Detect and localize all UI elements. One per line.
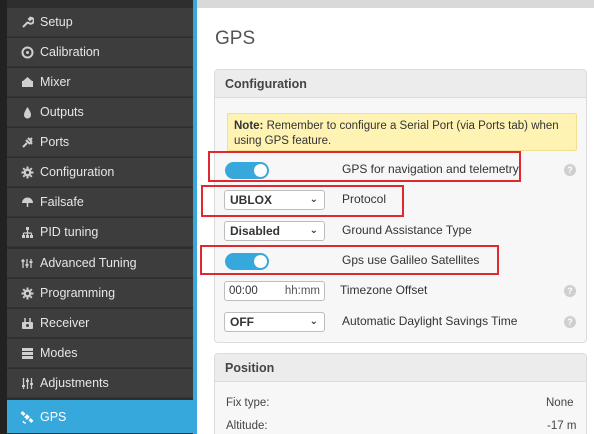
chevron-down-icon: ⌄	[309, 316, 318, 327]
gear-icon	[20, 165, 34, 179]
plug-icon	[20, 135, 34, 149]
sidebar-item-label: Adjustments	[40, 376, 109, 390]
sidebar-item-advanced-tuning[interactable]: Advanced Tuning	[7, 249, 193, 278]
sidebar-item-configuration[interactable]: Configuration	[7, 158, 193, 187]
sidebar-item-label: Programming	[40, 286, 116, 300]
configuration-heading: Configuration	[215, 70, 586, 98]
tuning-icon	[20, 256, 34, 270]
sidebar-item-failsafe[interactable]: Failsafe	[7, 188, 193, 217]
sidebar-item-gps[interactable]: GPS	[7, 400, 193, 434]
sidebar-item-label: Mixer	[40, 75, 71, 89]
altitude-label: Altitude:	[226, 420, 268, 432]
sidebar-item-label: GPS	[40, 409, 67, 424]
sidebar-item-label: Setup	[40, 15, 73, 29]
ground-assistance-label: Ground Assistance Type	[342, 223, 472, 237]
sidebar-item-outputs[interactable]: Outputs	[7, 98, 193, 127]
sidebar-item-calibration[interactable]: Calibration	[7, 38, 193, 67]
dst-select[interactable]: OFF ⌄	[224, 312, 325, 332]
note-text: Remember to configure a Serial Port (via…	[234, 120, 559, 147]
timezone-offset-input[interactable]: 00:00 hh:mm	[224, 281, 325, 301]
timezone-label: Timezone Offset	[340, 283, 428, 297]
sidebar-edge	[0, 0, 7, 434]
ground-assistance-value: Disabled	[230, 224, 281, 238]
ground-assistance-select[interactable]: Disabled ⌄	[224, 221, 325, 241]
sidebar-item-label: Configuration	[40, 165, 115, 179]
top-bar	[197, 0, 594, 8]
satellite-icon	[20, 410, 34, 424]
dst-label: Automatic Daylight Savings Time	[342, 314, 518, 328]
chevron-down-icon: ⌄	[309, 225, 318, 236]
sidebar-item-label: Advanced Tuning	[40, 256, 137, 270]
altitude-value: -17 m	[547, 420, 577, 432]
sidebar-item-adjustments[interactable]: Adjustments	[7, 369, 193, 398]
fix-type-label: Fix type:	[226, 397, 270, 409]
sidebar-item-ports[interactable]: Ports	[7, 128, 193, 157]
sidebar-item-mixer[interactable]: Mixer	[7, 68, 193, 97]
sidebar-item-pid-tuning[interactable]: PID tuning	[7, 218, 193, 247]
page-title: GPS	[215, 28, 256, 49]
help-icon[interactable]: ?	[564, 316, 576, 328]
position-panel: Position	[214, 353, 587, 434]
ports-note: Note: Remember to configure a Serial Por…	[227, 113, 577, 151]
highlight-galileo	[200, 245, 499, 275]
receiver-icon	[20, 316, 34, 330]
hierarchy-icon	[20, 225, 34, 239]
sidebar-item-label: Outputs	[40, 105, 84, 119]
sidebar-item-label: Modes	[40, 346, 78, 360]
note-label: Note:	[234, 120, 264, 132]
sidebar-item-modes[interactable]: Modes	[7, 339, 193, 368]
sidebar-item-label: Failsafe	[40, 195, 84, 209]
sliders-icon	[20, 376, 34, 390]
modes-icon	[20, 346, 34, 360]
sidebar: Setup Calibration Mixer Outputs Ports Co…	[0, 0, 193, 434]
sidebar-item-label: Receiver	[40, 316, 90, 330]
mixer-icon	[20, 75, 34, 89]
timezone-value: 00:00	[229, 285, 258, 297]
highlight-protocol	[201, 185, 404, 217]
crosshair-icon	[20, 45, 34, 59]
gear-icon	[20, 286, 34, 300]
dst-value: OFF	[230, 315, 254, 329]
flame-icon	[20, 105, 34, 119]
wrench-icon	[20, 15, 34, 29]
highlight-gps-navigation	[208, 151, 521, 182]
sidebar-item-receiver[interactable]: Receiver	[7, 309, 193, 338]
help-icon[interactable]: ?	[564, 285, 576, 297]
sidebar-item-label: Calibration	[40, 45, 100, 59]
sidebar-item-programming[interactable]: Programming	[7, 279, 193, 308]
position-heading: Position	[215, 354, 586, 382]
help-icon[interactable]: ?	[564, 164, 576, 176]
fix-type-value: None	[546, 397, 574, 409]
sidebar-item-label: Ports	[40, 135, 70, 149]
sidebar-item-label: PID tuning	[40, 225, 99, 239]
sidebar-item-setup[interactable]: Setup	[7, 8, 193, 37]
timezone-placeholder: hh:mm	[284, 285, 320, 297]
umbrella-icon	[20, 195, 34, 209]
